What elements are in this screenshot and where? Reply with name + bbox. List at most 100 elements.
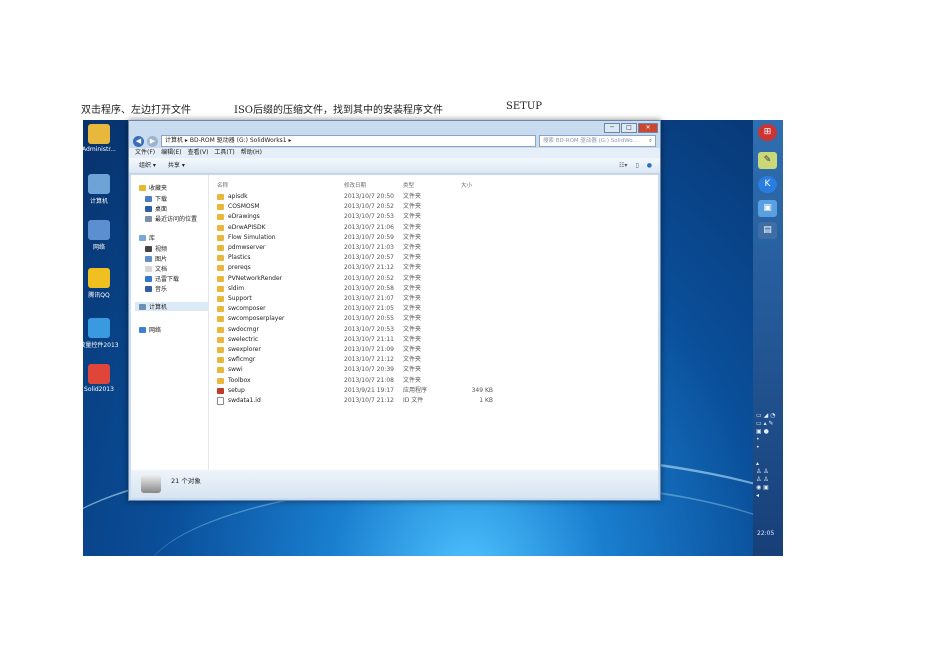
desktop-icon[interactable]: Solid2013 — [83, 364, 125, 393]
file-type: 文件夹 — [403, 356, 422, 364]
file-row[interactable]: Support 2013/10/7 21:07 文件夹 — [217, 294, 517, 304]
file-date: 2013/10/7 21:12 — [344, 397, 394, 404]
column-header-size[interactable]: 大小 — [461, 181, 472, 189]
desktop-icon-label: 数量控件2013 — [83, 342, 119, 349]
column-header-date[interactable]: 修改日期 — [344, 181, 366, 189]
start-orb-icon[interactable]: ⊞ — [758, 124, 777, 141]
folder-icon — [217, 285, 224, 292]
nav-documents[interactable]: 文档 — [145, 264, 167, 273]
file-row[interactable]: swcomposer 2013/10/7 21:05 文件夹 — [217, 304, 517, 314]
file-row[interactable]: Plastics 2013/10/7 20:57 文件夹 — [217, 253, 517, 263]
file-row[interactable]: swcomposerplayer 2013/10/7 20:55 文件夹 — [217, 314, 517, 324]
nav-xunlei[interactable]: 迅雷下载 — [145, 274, 179, 283]
menu-view[interactable]: 查看(V) — [188, 148, 209, 158]
menu-tools[interactable]: 工具(T) — [214, 148, 234, 158]
search-input[interactable]: 搜索 BD-ROM 驱动器 (G:) SolidWo... ⌕ — [539, 135, 656, 147]
folder-icon — [217, 234, 224, 241]
search-icon[interactable]: ⌕ — [649, 136, 652, 146]
folder-icon — [217, 245, 224, 251]
app-icon — [88, 318, 110, 338]
file-row[interactable]: PVNetworkRender 2013/10/7 20:52 文件夹 — [217, 274, 517, 284]
nav-network[interactable]: 网络 — [139, 325, 161, 334]
nav-videos[interactable]: 视频 — [145, 244, 167, 253]
navigation-pane: 收藏夹 下载 桌面 最近访问的位置 库 视频 图片 文档 迅雷下载 音乐 计算机… — [131, 175, 209, 470]
file-type: 文件夹 — [403, 346, 422, 353]
computer-icon — [88, 174, 110, 194]
desktop-icon-label: 网络 — [92, 244, 105, 251]
folder-icon — [217, 194, 224, 200]
nav-downloads[interactable]: 下载 — [145, 194, 167, 203]
desktop-icon[interactable]: 网络 — [83, 220, 125, 251]
file-row[interactable]: pdmwserver 2013/10/7 21:03 文件夹 — [217, 243, 517, 253]
task-icon[interactable]: ▤ — [758, 222, 777, 239]
preview-pane-icon[interactable]: ▯ — [635, 158, 638, 173]
menu-file[interactable]: 文件(F) — [135, 148, 155, 158]
file-row[interactable]: Flow Simulation 2013/10/7 20:59 文件夹 — [217, 233, 517, 243]
folder-icon — [217, 367, 224, 374]
file-size: 349 KB — [471, 386, 493, 394]
search-placeholder: 搜索 BD-ROM 驱动器 (G:) SolidWo... — [543, 138, 638, 144]
column-header-type[interactable]: 类型 — [403, 181, 414, 189]
help-icon[interactable]: ● — [647, 158, 652, 173]
desktop-icon-label: Solid2013 — [84, 386, 114, 393]
folder-icon — [217, 316, 224, 323]
file-type: 文件夹 — [403, 213, 422, 221]
nav-libraries[interactable]: 库 — [139, 233, 155, 242]
file-row[interactable]: swdocmgr 2013/10/7 20:53 文件夹 — [217, 325, 517, 335]
file-row[interactable]: eDrwAPISDK 2013/10/7 21:06 文件夹 — [217, 223, 517, 233]
file-date: 2013/10/7 20:58 — [344, 284, 394, 292]
menu-bar: 文件(F) 编辑(E) 查看(V) 工具(T) 帮助(H) — [129, 148, 660, 158]
file-row[interactable]: swexplorer 2013/10/7 21:09 文件夹 — [217, 345, 517, 355]
back-arrow-icon[interactable]: ◀ — [133, 135, 144, 147]
folder-icon — [217, 275, 224, 282]
file-row[interactable]: swelectric 2013/10/7 21:11 文件夹 — [217, 335, 517, 345]
organize-button[interactable]: 组织 ▾ — [139, 158, 156, 173]
gadget-icon[interactable]: ▣ — [758, 200, 777, 217]
file-row[interactable]: Toolbox 2013/10/7 21:08 文件夹 — [217, 376, 517, 386]
close-button[interactable]: ✕ — [638, 123, 658, 133]
desktop-icon[interactable]: 数量控件2013 — [83, 318, 125, 349]
file-row[interactable]: swwi 2013/10/7 20:39 文件夹 — [217, 365, 517, 375]
file-row[interactable]: eDrawings 2013/10/7 20:53 文件夹 — [217, 212, 517, 222]
explorer-window: ─ □ ✕ ◀ ▶ 计算机 ▸ BD-ROM 驱动器 (G:) SolidWor… — [128, 120, 661, 501]
file-row[interactable]: prereqs 2013/10/7 21:12 文件夹 — [217, 263, 517, 273]
file-type: 文件夹 — [403, 305, 422, 313]
forward-arrow-icon[interactable]: ▶ — [147, 135, 158, 147]
file-row[interactable]: setup 2013/9/21 19:17 应用程序 349 KB — [217, 386, 517, 396]
column-header-name[interactable]: 名称 — [217, 181, 228, 189]
file-name: apisdk — [228, 193, 248, 200]
desktop-icon[interactable]: Administr... — [83, 124, 125, 153]
share-button[interactable]: 共享 ▾ — [168, 158, 185, 173]
file-date: 2013/10/7 21:03 — [344, 244, 394, 251]
setup-app-icon — [217, 387, 224, 394]
desktop-icon[interactable]: 计算机 — [83, 174, 125, 205]
file-type: 应用程序 — [403, 386, 428, 394]
notes-icon[interactable]: ✎ — [758, 152, 777, 169]
file-row[interactable]: sldim 2013/10/7 20:58 文件夹 — [217, 284, 517, 294]
file-row[interactable]: swdata1.id 2013/10/7 21:12 ID 文件 1 KB — [217, 396, 517, 406]
nav-recent[interactable]: 最近访问的位置 — [145, 214, 197, 223]
minimize-button[interactable]: ─ — [604, 123, 620, 133]
qq-penguin-icon — [88, 268, 110, 288]
file-type: 文件夹 — [403, 223, 422, 231]
view-options-icon[interactable]: ☷▾ — [619, 158, 627, 173]
nav-favorites[interactable]: 收藏夹 — [139, 183, 167, 192]
tray-icons[interactable]: ▭ ◢ ◔ ▭ ▴ ✎ ▣ ● • • ▴ ♙ ♙ ♙ ♙ ◉ ▣ ◂ — [756, 412, 775, 500]
file-row[interactable]: COSMOSM 2013/10/7 20:52 文件夹 — [217, 202, 517, 212]
k-app-icon[interactable]: K — [758, 176, 777, 193]
nav-pictures[interactable]: 图片 — [145, 254, 167, 263]
nav-desktop[interactable]: 桌面 — [145, 204, 167, 213]
desktop-icon[interactable]: 腾讯QQ — [83, 268, 125, 299]
nav-music[interactable]: 音乐 — [145, 284, 167, 293]
file-type: 文件夹 — [403, 233, 422, 241]
file-date: 2013/10/7 20:52 — [344, 203, 394, 211]
address-bar[interactable]: 计算机 ▸ BD-ROM 驱动器 (G:) SolidWorks1 ▸ — [161, 135, 536, 147]
menu-help[interactable]: 帮助(H) — [241, 148, 262, 158]
nav-computer[interactable]: 计算机 — [135, 302, 209, 311]
file-row[interactable]: apisdk 2013/10/7 20:50 文件夹 — [217, 192, 517, 202]
title-bar[interactable]: ─ □ ✕ — [129, 121, 660, 134]
maximize-button[interactable]: □ — [621, 123, 637, 133]
folder-icon — [217, 214, 224, 221]
file-row[interactable]: swficmgr 2013/10/7 21:12 文件夹 — [217, 355, 517, 365]
menu-edit[interactable]: 编辑(E) — [161, 148, 181, 158]
